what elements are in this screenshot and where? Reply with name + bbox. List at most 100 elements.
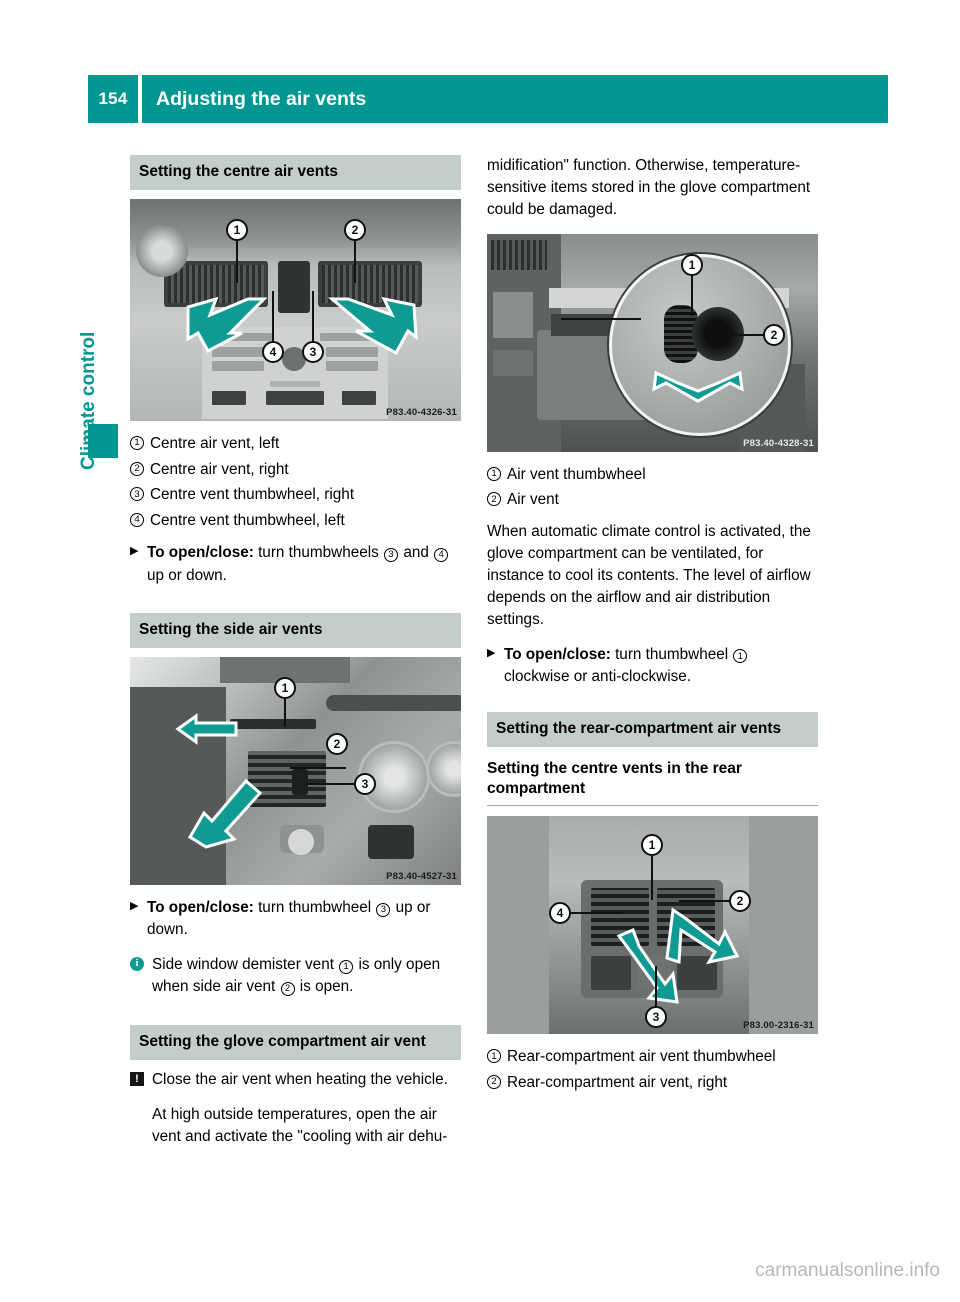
circled-number-icon: 2 [487, 492, 501, 507]
circled-number-icon: 2 [280, 982, 295, 997]
glove-compartment-paragraph: At high outside temperatures, open the a… [152, 1105, 448, 1145]
callout-4: 4 [262, 341, 284, 364]
photo-code: P83.40-4328-31 [743, 437, 814, 449]
callout-leader [354, 241, 356, 284]
legend-item: 2 Centre air vent, right [130, 459, 461, 481]
page-title: Adjusting the air vents [142, 75, 888, 123]
legend-item: 1 Rear-compartment air vent thumbwheel [487, 1046, 818, 1068]
magnified-detail-circle [609, 253, 791, 436]
continued-paragraph: midification" function. Otherwise, tempe… [487, 157, 811, 218]
demister-vent [230, 718, 316, 729]
right-column: midification" function. Otherwise, tempe… [487, 155, 818, 1104]
legend-item: 4 Centre vent thumbwheel, left [130, 510, 461, 532]
legend-centre-air-vents: 1 Centre air vent, left 2 Centre air ven… [130, 433, 461, 532]
triangle-bullet-icon: ▶ [130, 545, 139, 558]
circled-number-icon: 2 [130, 461, 144, 476]
action-open-close-centre: ▶ To open/close: turn thumbwheels 3 and … [130, 542, 461, 586]
console-switch [266, 391, 324, 406]
circled-number-icon: 3 [384, 548, 399, 563]
circled-number-icon: 1 [339, 959, 354, 974]
info-icon: i [130, 957, 144, 972]
page-header: 154 Adjusting the air vents [88, 75, 888, 123]
page-number: 154 [88, 75, 138, 123]
side-vent-grille [491, 239, 547, 270]
photo-centre-air-vents: 1 2 3 4 P83.40-4326-31 [130, 199, 461, 422]
callout-leader [571, 912, 623, 915]
legend-text: Centre vent thumbwheel, left [150, 512, 345, 530]
callout-2: 2 [344, 219, 366, 242]
callout-leader [651, 856, 653, 901]
circled-number-icon: 1 [130, 436, 144, 451]
legend-item: 2 Rear-compartment air vent, right [487, 1072, 818, 1094]
legend-glove-compartment: 1 Air vent thumbwheel 2 Air vent [487, 464, 818, 512]
action-text-after: up or down. [147, 566, 227, 584]
circled-number-icon: 1 [733, 649, 748, 664]
legend-text: Centre air vent, left [150, 435, 280, 453]
chapter-label: Climate control [78, 270, 100, 470]
section-heading-rear-compartment: Setting the rear-compartment air vents [487, 712, 818, 748]
callout-leader [290, 766, 346, 769]
airflow-arrow-demister [175, 712, 238, 745]
photo-code: P83.40-4326-31 [386, 407, 457, 419]
note-text-before: Side window demister vent [152, 956, 334, 974]
left-column: Setting the centre air vents 1 2 3 4 P83… [130, 155, 461, 1148]
circled-number-icon: 3 [376, 902, 391, 917]
photo-code: P83.00-2316-31 [743, 1020, 814, 1032]
action-open-close-glove: ▶ To open/close: turn thumbwheel 1 clock… [487, 644, 818, 688]
callout-leader [561, 317, 641, 320]
legend-item: 2 Air vent [487, 489, 818, 511]
action-text-after: clockwise or anti-clockwise. [504, 667, 692, 685]
circled-number-icon: 1 [487, 466, 501, 481]
triangle-bullet-icon: ▶ [487, 646, 496, 659]
airflow-arrow-left [186, 296, 268, 354]
action-text-before: turn thumbwheel [258, 898, 372, 916]
legend-text: Air vent [507, 491, 559, 509]
section-heading-centre-air-vents: Setting the centre air vents [130, 155, 461, 191]
callout-3: 3 [354, 772, 376, 795]
airflow-arrow-side [187, 778, 263, 849]
callout-leader [236, 241, 238, 284]
callout-leader [272, 291, 274, 346]
site-watermark: carmanualsonline.info [755, 1260, 940, 1281]
legend-item: 1 Centre air vent, left [130, 433, 461, 455]
photo-glove-compartment-vent: 1 2 P83.40-4328-31 [487, 233, 818, 452]
airflow-arrow-rotate [652, 370, 744, 403]
circled-number-icon: 4 [434, 548, 449, 563]
callout-3: 3 [302, 341, 324, 364]
airflow-arrow-rear-right [665, 907, 740, 965]
callout-leader [312, 291, 314, 346]
switch-bank [493, 349, 533, 376]
chapter-label-text: Climate control [78, 331, 99, 470]
action-label: To open/close: [147, 544, 254, 562]
automatic-climate-paragraph: When automatic climate control is activa… [487, 523, 811, 628]
action-label: To open/close: [504, 645, 611, 663]
section-heading-side-air-vents: Setting the side air vents [130, 612, 461, 648]
legend-rear-compartment: 1 Rear-compartment air vent thumbwheel 2… [487, 1046, 818, 1094]
legend-item: 1 Air vent thumbwheel [487, 464, 818, 486]
switch-bank [493, 291, 533, 338]
circled-number-icon: 4 [130, 513, 144, 528]
console-button [326, 361, 378, 372]
console-slot [270, 381, 320, 388]
steering-wheel-buttons [368, 824, 414, 859]
photo-side-air-vents: 1 2 3 P83.40-4527-31 [130, 656, 461, 885]
warning-close-air-vent: ! Close the air vent when heating the ve… [130, 1069, 461, 1091]
warning-icon: ! [130, 1071, 144, 1086]
rear-seat-left [487, 816, 549, 1035]
photo-rear-compartment-vents: 1 2 3 4 P83.00-2316-31 [487, 816, 818, 1035]
note-text-after: is open. [299, 978, 354, 996]
instrument-cluster [136, 225, 188, 278]
callout-leader [284, 698, 286, 727]
callout-2: 2 [763, 323, 785, 346]
light-switch-dial [288, 828, 314, 855]
legend-text: Rear-compartment air vent, right [507, 1074, 728, 1092]
circled-number-icon: 3 [130, 487, 144, 502]
action-open-close-side: ▶ To open/close: turn thumbwheel 3 up or… [130, 897, 461, 941]
note-demister-vent: i Side window demister vent 1 is only op… [130, 954, 461, 998]
airflow-arrow-right [327, 297, 418, 356]
legend-text: Rear-compartment air vent thumbwheel [507, 1048, 776, 1066]
photo-code: P83.40-4527-31 [386, 870, 457, 882]
circled-number-icon: 2 [487, 1075, 501, 1090]
steering-wheel-rim [326, 694, 461, 711]
section-heading-glove-compartment: Setting the glove compartment air vent [130, 1024, 461, 1060]
